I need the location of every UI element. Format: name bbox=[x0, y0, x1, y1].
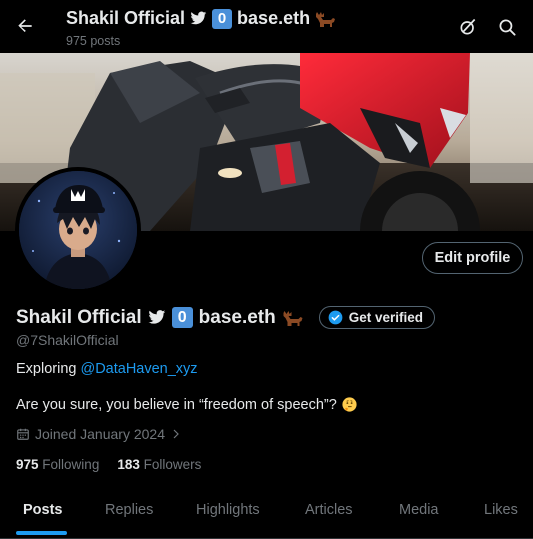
display-name-suffix: base.eth bbox=[198, 306, 276, 328]
profile-avatar[interactable] bbox=[15, 167, 141, 293]
bio-mention-link[interactable]: @DataHaven_xyz bbox=[80, 361, 197, 377]
tab-posts[interactable]: Posts bbox=[23, 502, 63, 518]
header-title: Shakil Official 0 base.eth bbox=[66, 8, 337, 29]
followers-link[interactable]: 183 Followers bbox=[117, 457, 201, 472]
search-icon bbox=[499, 19, 516, 36]
get-verified-button[interactable]: Get verified bbox=[318, 306, 436, 329]
moose-icon bbox=[283, 310, 303, 326]
followers-label: Followers bbox=[143, 457, 202, 472]
edit-profile-button[interactable]: Edit profile bbox=[422, 242, 523, 274]
joined-date[interactable]: Joined January 2024 bbox=[16, 426, 182, 442]
bio-text: Are you sure, you believe in “freedom of… bbox=[16, 396, 337, 413]
grok-icon bbox=[460, 18, 476, 35]
joined-label: Joined January 2024 bbox=[35, 426, 165, 442]
get-verified-label: Get verified bbox=[348, 310, 424, 325]
bio-line-2: Are you sure, you believe in “freedom of… bbox=[16, 396, 358, 413]
bird-icon bbox=[148, 310, 165, 324]
header-zero-badge: 0 bbox=[212, 8, 233, 29]
active-tab-indicator bbox=[16, 531, 67, 535]
arrow-left-icon bbox=[18, 19, 32, 32]
moose-icon bbox=[316, 11, 336, 27]
tab-highlights[interactable]: Highlights bbox=[196, 502, 260, 518]
bio-line-1: Exploring @DataHaven_xyz bbox=[16, 361, 198, 377]
tab-replies[interactable]: Replies bbox=[105, 502, 153, 518]
avatar-anime-image bbox=[19, 171, 137, 289]
profile-tabs: Posts Replies Highlights Articles Media … bbox=[0, 482, 533, 539]
grok-button[interactable] bbox=[453, 12, 483, 42]
follow-stats: 975 Following 183 Followers bbox=[16, 457, 201, 472]
profile-handle: @7ShakilOfficial bbox=[16, 332, 119, 348]
thinking-face-emoji-icon bbox=[342, 397, 357, 412]
followers-count: 183 bbox=[117, 457, 140, 472]
display-name: Shakil Official bbox=[16, 306, 142, 328]
calendar-icon bbox=[17, 428, 29, 440]
profile-name-row: Shakil Official 0 base.eth Get verified bbox=[16, 306, 436, 329]
tab-articles[interactable]: Articles bbox=[305, 502, 353, 518]
back-button[interactable] bbox=[8, 9, 42, 43]
tab-likes[interactable]: Likes bbox=[484, 502, 518, 518]
bird-icon bbox=[190, 11, 207, 25]
name-zero-badge: 0 bbox=[171, 307, 193, 328]
chevron-right-icon bbox=[173, 429, 179, 439]
following-link[interactable]: 975 Following bbox=[16, 457, 99, 472]
header-name: Shakil Official bbox=[66, 8, 186, 28]
following-count: 975 bbox=[16, 457, 39, 472]
bio-prefix: Exploring bbox=[16, 361, 81, 377]
following-label: Following bbox=[42, 457, 100, 472]
profile-header-bar: Shakil Official 0 base.eth 975 posts bbox=[0, 0, 533, 53]
search-button[interactable] bbox=[492, 12, 522, 42]
tab-media[interactable]: Media bbox=[399, 502, 439, 518]
post-count: 975 posts bbox=[66, 34, 121, 48]
verified-check-icon bbox=[328, 310, 343, 325]
header-name-suffix: base.eth bbox=[237, 8, 311, 28]
